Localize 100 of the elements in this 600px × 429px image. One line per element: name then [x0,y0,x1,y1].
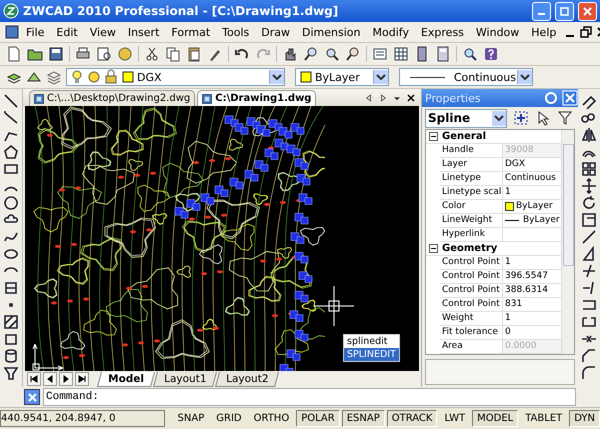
trim-icon[interactable] [581,263,597,279]
scissors-icon[interactable] [144,46,160,62]
drawing-file-icon [33,92,45,104]
menu-item[interactable]: Express [414,26,470,38]
help-icon[interactable] [483,46,499,62]
menu-item[interactable]: Help [525,26,562,38]
globe-icon[interactable] [117,46,133,62]
property-value-cell[interactable]: ByLayer [503,214,561,227]
command-input-field[interactable]: Command: [43,388,576,406]
status-toggle[interactable]: OTRACK [386,410,438,427]
mirror-icon[interactable] [581,127,597,143]
layout-tab[interactable]: Model [97,372,155,386]
scale-icon[interactable] [581,212,597,228]
status-toggle[interactable]: POLAR [296,410,340,427]
status-toggle[interactable]: TABLET [520,410,568,427]
previous-layout-button[interactable] [43,372,57,386]
fillet-icon[interactable] [581,365,597,381]
copy-icon[interactable] [165,46,181,62]
lengthen-icon[interactable] [581,246,597,262]
last-layout-button[interactable] [75,372,89,386]
magnifier-icon[interactable] [303,46,319,62]
filter-icon[interactable] [557,110,573,126]
collapse-icon[interactable] [429,132,438,141]
status-toggle[interactable]: MODEL [472,410,518,427]
restore-icon[interactable] [578,24,594,40]
object-type-dropdown[interactable]: Spline [425,108,507,128]
autocomplete-item[interactable]: SPLINEDIT [344,348,399,361]
document-tab[interactable]: C:\Drawing1.dwg [197,90,316,106]
close-icon[interactable] [405,92,417,104]
zoom-window-icon[interactable] [324,46,340,62]
color-dropdown[interactable]: ByLayer [295,68,389,86]
property-value: 0.0000 [505,340,536,353]
menu-item[interactable]: Dimension [296,26,366,38]
refresh-icon[interactable] [543,90,559,106]
select-objects-icon[interactable] [513,110,529,126]
chamfer-icon[interactable] [581,348,597,364]
maximize-button[interactable] [555,2,574,20]
cylinder-icon[interactable] [3,348,19,364]
menu-item[interactable]: View [84,26,122,38]
collapse-icon[interactable] [429,244,438,253]
status-toggle[interactable]: GRID [211,410,247,427]
extend-icon[interactable] [581,280,597,296]
menu-item[interactable]: File [20,26,50,38]
zoom-previous-icon[interactable] [345,46,361,62]
region-icon[interactable] [3,331,19,347]
first-layout-button[interactable] [27,372,41,386]
line-icon[interactable] [3,93,19,109]
close-icon [28,392,36,402]
block-icon[interactable] [3,280,19,296]
layout-tab[interactable]: Layout1 [152,372,218,386]
status-toggle[interactable]: ORTHO [248,410,294,427]
close-button[interactable] [24,389,40,405]
calculator-icon[interactable] [435,46,451,62]
next-layout-button[interactable] [59,372,73,386]
scrollbar-thumb[interactable] [562,144,574,266]
property-value: 831 [505,298,522,311]
layer-dropdown[interactable]: DGX [66,68,285,86]
previous-arrow-icon [46,375,54,383]
menu-item[interactable]: Edit [50,26,84,38]
property-value: 0 [505,326,511,339]
linetype-dropdown[interactable]: Continuous [399,68,533,86]
autocomplete-item[interactable]: splinedit [344,335,399,348]
funnel-icon[interactable] [3,365,19,381]
copy-object-icon[interactable] [581,110,597,126]
status-toggle[interactable]: LWT [439,410,470,427]
menu-item[interactable]: Format [165,26,216,38]
search-icon[interactable] [462,46,478,62]
move-icon[interactable] [581,178,597,194]
status-toggle[interactable]: ESNAP [342,410,385,427]
status-toggle[interactable]: DYN [569,410,600,427]
construction-line-icon[interactable] [3,110,19,126]
status-toggle[interactable]: SNAP [172,410,210,427]
document-tab[interactable]: C:\...\Desktop\Drawing2.dwg [29,90,196,106]
break-at-point-icon[interactable] [581,314,597,330]
section-heading: Geometry [442,243,498,254]
section-heading: General [442,131,486,142]
menu-item[interactable]: Modify [366,26,415,38]
rotate-icon[interactable] [581,195,597,211]
hatch-icon[interactable] [3,314,19,330]
layout-tab[interactable]: Layout2 [215,372,280,386]
property-value: DGX [505,158,526,171]
properties-icon[interactable] [372,46,388,62]
preview-icon[interactable] [96,46,112,62]
layer-stack-icon[interactable] [46,69,62,85]
property-value: 396.5547 [505,270,548,283]
menu-item[interactable]: Draw [255,26,296,38]
stretch-icon[interactable] [581,229,597,245]
menu-item[interactable]: Window [470,26,526,38]
minimize-button[interactable] [532,2,551,20]
polygon-icon[interactable] [3,144,19,160]
document-menu-icon[interactable] [4,24,20,40]
grid-icon[interactable] [393,46,409,62]
page-icon[interactable] [6,46,22,62]
rectangle-icon[interactable] [3,161,19,177]
menu-item[interactable]: Tools [216,26,256,38]
clipboard-icon[interactable] [186,46,202,62]
eraser-icon[interactable] [581,93,597,109]
menu-item[interactable]: Insert [122,26,166,38]
array-icon[interactable] [581,161,597,177]
break-icon[interactable] [581,297,597,313]
